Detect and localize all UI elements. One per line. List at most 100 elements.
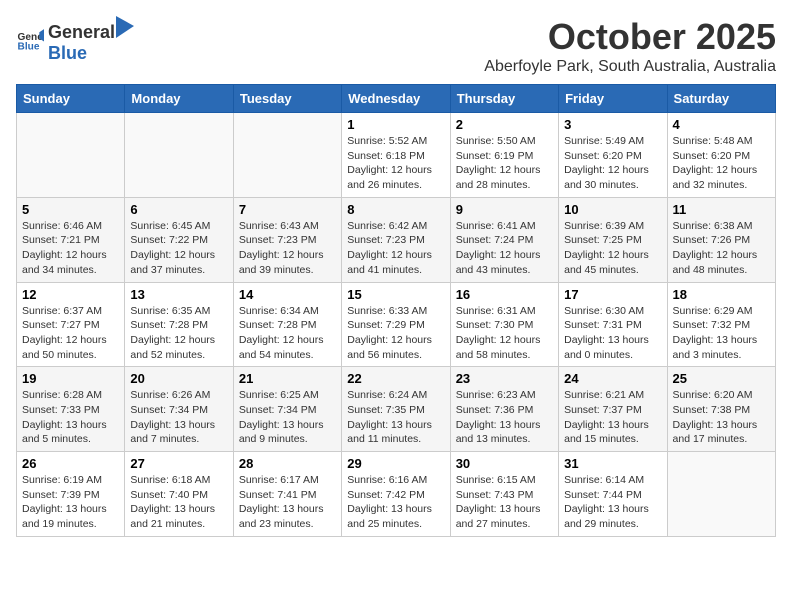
day-info: Sunrise: 6:25 AM Sunset: 7:34 PM Dayligh… [239,388,336,447]
calendar-cell: 14 Sunrise: 6:34 AM Sunset: 7:28 PM Dayli… [233,282,341,367]
day-number: 21 [239,371,336,386]
day-number: 19 [22,371,119,386]
calendar-cell: 29Sunrise: 6:16 AM Sunset: 7:42 PM Dayli… [342,452,450,537]
day-number: 17 [564,287,661,302]
day-number: 30 [456,456,553,471]
day-number: 16 [456,287,553,302]
day-number: 10 [564,202,661,217]
column-header-wednesday: Wednesday [342,85,450,113]
calendar-cell: 22 Sunrise: 6:24 AM Sunset: 7:35 PM Dayli… [342,367,450,452]
calendar-cell: 10 Sunrise: 6:39 AM Sunset: 7:25 PM Dayli… [559,197,667,282]
day-info: Sunrise: 6:31 AM Sunset: 7:30 PM Dayligh… [456,304,553,363]
day-number: 9 [456,202,553,217]
calendar-cell: 31 Sunrise: 6:14 AM Sunset: 7:44 PM Dayli… [559,452,667,537]
day-number: 4 [673,117,770,132]
calendar-cell [17,113,125,198]
day-info: Sunrise: 6:37 AM Sunset: 7:27 PM Dayligh… [22,304,119,363]
logo: General Blue General Blue [16,16,134,64]
calendar-cell: 26Sunrise: 6:19 AM Sunset: 7:39 PM Dayli… [17,452,125,537]
calendar-cell: 25 Sunrise: 6:20 AM Sunset: 7:38 PM Dayli… [667,367,775,452]
calendar-cell: 23 Sunrise: 6:23 AM Sunset: 7:36 PM Dayli… [450,367,558,452]
day-info: Sunrise: 6:26 AM Sunset: 7:34 PM Dayligh… [130,388,227,447]
day-number: 2 [456,117,553,132]
calendar-cell: 1 Sunrise: 5:52 AM Sunset: 6:18 PM Daylig… [342,113,450,198]
day-info: Sunrise: 5:48 AM Sunset: 6:20 PM Dayligh… [673,134,770,193]
column-header-saturday: Saturday [667,85,775,113]
logo-icon: General Blue [16,26,44,54]
day-info: Sunrise: 6:24 AM Sunset: 7:35 PM Dayligh… [347,388,444,447]
day-info: Sunrise: 6:42 AM Sunset: 7:23 PM Dayligh… [347,219,444,278]
calendar-cell: 3Sunrise: 5:49 AM Sunset: 6:20 PM Daylig… [559,113,667,198]
day-number: 25 [673,371,770,386]
month-title: October 2025 [484,16,776,58]
logo-text-general: General [48,22,115,43]
day-number: 31 [564,456,661,471]
calendar-week-row: 19 Sunrise: 6:28 AM Sunset: 7:33 PM Dayli… [17,367,776,452]
calendar-week-row: 5 Sunrise: 6:46 AM Sunset: 7:21 PM Daylig… [17,197,776,282]
day-number: 24 [564,371,661,386]
day-info: Sunrise: 6:46 AM Sunset: 7:21 PM Dayligh… [22,219,119,278]
day-info: Sunrise: 6:28 AM Sunset: 7:33 PM Dayligh… [22,388,119,447]
day-number: 28 [239,456,336,471]
calendar-cell: 5 Sunrise: 6:46 AM Sunset: 7:21 PM Daylig… [17,197,125,282]
day-info: Sunrise: 6:20 AM Sunset: 7:38 PM Dayligh… [673,388,770,447]
calendar-cell [233,113,341,198]
calendar-cell: 15 Sunrise: 6:33 AM Sunset: 7:29 PM Dayli… [342,282,450,367]
calendar-cell: 19 Sunrise: 6:28 AM Sunset: 7:33 PM Dayli… [17,367,125,452]
day-info: Sunrise: 6:14 AM Sunset: 7:44 PM Dayligh… [564,473,661,532]
calendar-cell: 16 Sunrise: 6:31 AM Sunset: 7:30 PM Dayli… [450,282,558,367]
logo-triangle-icon [116,16,134,38]
calendar-cell [125,113,233,198]
day-info: Sunrise: 6:21 AM Sunset: 7:37 PM Dayligh… [564,388,661,447]
day-number: 14 [239,287,336,302]
logo-text-blue: Blue [48,43,87,63]
column-header-thursday: Thursday [450,85,558,113]
calendar-cell: 7Sunrise: 6:43 AM Sunset: 7:23 PM Daylig… [233,197,341,282]
calendar-cell: 13 Sunrise: 6:35 AM Sunset: 7:28 PM Dayli… [125,282,233,367]
calendar-cell [667,452,775,537]
day-number: 6 [130,202,227,217]
day-info: Sunrise: 5:49 AM Sunset: 6:20 PM Dayligh… [564,134,661,193]
day-info: Sunrise: 6:29 AM Sunset: 7:32 PM Dayligh… [673,304,770,363]
calendar-cell: 4 Sunrise: 5:48 AM Sunset: 6:20 PM Daylig… [667,113,775,198]
day-number: 23 [456,371,553,386]
day-number: 1 [347,117,444,132]
day-info: Sunrise: 6:35 AM Sunset: 7:28 PM Dayligh… [130,304,227,363]
calendar-week-row: 12Sunrise: 6:37 AM Sunset: 7:27 PM Dayli… [17,282,776,367]
calendar-header-row: SundayMondayTuesdayWednesdayThursdayFrid… [17,85,776,113]
day-number: 15 [347,287,444,302]
svg-text:Blue: Blue [18,41,40,52]
day-info: Sunrise: 6:19 AM Sunset: 7:39 PM Dayligh… [22,473,119,532]
calendar-cell: 12Sunrise: 6:37 AM Sunset: 7:27 PM Dayli… [17,282,125,367]
day-info: Sunrise: 6:23 AM Sunset: 7:36 PM Dayligh… [456,388,553,447]
day-info: Sunrise: 6:45 AM Sunset: 7:22 PM Dayligh… [130,219,227,278]
calendar-cell: 11Sunrise: 6:38 AM Sunset: 7:26 PM Dayli… [667,197,775,282]
day-number: 29 [347,456,444,471]
day-number: 20 [130,371,227,386]
calendar-week-row: 1 Sunrise: 5:52 AM Sunset: 6:18 PM Daylig… [17,113,776,198]
calendar-cell: 8Sunrise: 6:42 AM Sunset: 7:23 PM Daylig… [342,197,450,282]
day-info: Sunrise: 5:52 AM Sunset: 6:18 PM Dayligh… [347,134,444,193]
day-info: Sunrise: 6:30 AM Sunset: 7:31 PM Dayligh… [564,304,661,363]
calendar-cell: 6 Sunrise: 6:45 AM Sunset: 7:22 PM Daylig… [125,197,233,282]
day-number: 5 [22,202,119,217]
day-number: 27 [130,456,227,471]
calendar-table: SundayMondayTuesdayWednesdayThursdayFrid… [16,84,776,537]
day-info: Sunrise: 6:34 AM Sunset: 7:28 PM Dayligh… [239,304,336,363]
day-number: 13 [130,287,227,302]
day-info: Sunrise: 6:15 AM Sunset: 7:43 PM Dayligh… [456,473,553,532]
day-info: Sunrise: 6:39 AM Sunset: 7:25 PM Dayligh… [564,219,661,278]
title-block: October 2025 Aberfoyle Park, South Austr… [484,16,776,76]
calendar-week-row: 26Sunrise: 6:19 AM Sunset: 7:39 PM Dayli… [17,452,776,537]
calendar-cell: 24 Sunrise: 6:21 AM Sunset: 7:37 PM Dayli… [559,367,667,452]
day-info: Sunrise: 6:33 AM Sunset: 7:29 PM Dayligh… [347,304,444,363]
column-header-monday: Monday [125,85,233,113]
day-info: Sunrise: 5:50 AM Sunset: 6:19 PM Dayligh… [456,134,553,193]
column-header-friday: Friday [559,85,667,113]
day-info: Sunrise: 6:38 AM Sunset: 7:26 PM Dayligh… [673,219,770,278]
day-number: 22 [347,371,444,386]
column-header-sunday: Sunday [17,85,125,113]
calendar-cell: 20 Sunrise: 6:26 AM Sunset: 7:34 PM Dayli… [125,367,233,452]
day-info: Sunrise: 6:17 AM Sunset: 7:41 PM Dayligh… [239,473,336,532]
day-number: 18 [673,287,770,302]
